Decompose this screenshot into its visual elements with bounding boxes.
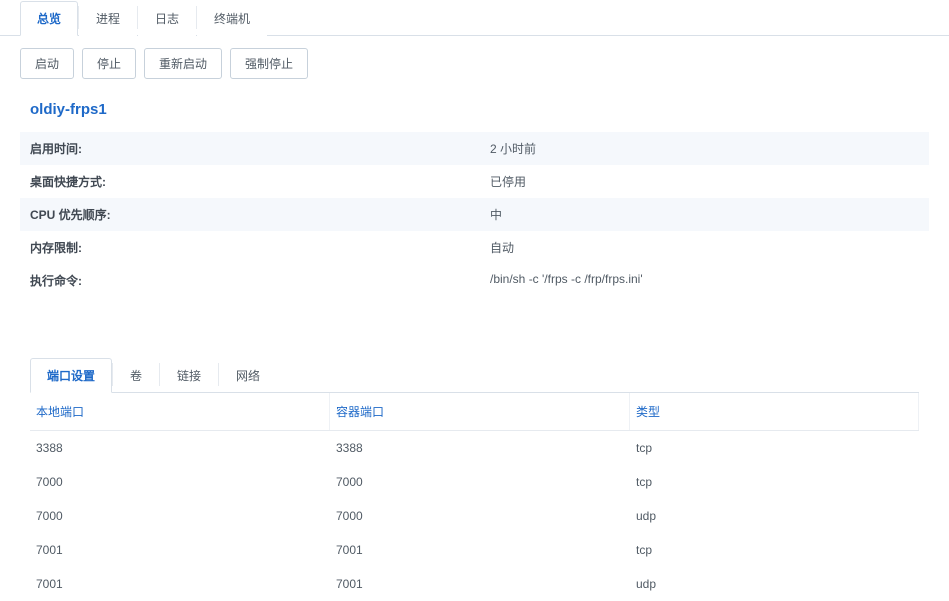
table-row[interactable]: 70017001tcp: [30, 533, 919, 567]
cell-container-port: 7000: [330, 499, 630, 533]
shortcut-value: 已停用: [490, 173, 526, 190]
container-title: oldiy-frps1: [20, 91, 929, 132]
cmd-label: 执行命令:: [30, 272, 490, 289]
cell-local-port: 3388: [30, 431, 330, 465]
table-row[interactable]: 33883388tcp: [30, 431, 919, 465]
restart-button[interactable]: 重新启动: [144, 48, 222, 79]
toolbar: 启动 停止 重新启动 强制停止: [0, 36, 949, 91]
cell-container-port: 7001: [330, 567, 630, 601]
uptime-label: 启用时间:: [30, 140, 490, 157]
info-row-uptime: 启用时间: 2 小时前: [20, 132, 929, 165]
cell-container-port: 3388: [330, 431, 630, 465]
cmd-value: /bin/sh -c '/frps -c /frp/frps.ini': [490, 272, 643, 289]
cell-type: tcp: [630, 465, 919, 499]
cpu-label: CPU 优先顺序:: [30, 206, 490, 223]
main-tabs: 总览 进程 日志 终端机: [0, 0, 949, 36]
info-row-cmd: 执行命令: /bin/sh -c '/frps -c /frp/frps.ini…: [20, 264, 929, 297]
tab-process[interactable]: 进程: [79, 1, 137, 36]
subtab-port[interactable]: 端口设置: [30, 358, 112, 393]
cell-type: tcp: [630, 533, 919, 567]
cell-local-port: 7000: [30, 499, 330, 533]
sub-tabs: 端口设置 卷 链接 网络: [30, 357, 919, 393]
uptime-value: 2 小时前: [490, 140, 536, 157]
cell-container-port: 7000: [330, 465, 630, 499]
subtab-link[interactable]: 链接: [160, 358, 218, 393]
tab-overview[interactable]: 总览: [20, 1, 78, 36]
spacer: [20, 297, 929, 357]
memory-value: 自动: [490, 239, 514, 256]
table-row[interactable]: 70007000udp: [30, 499, 919, 533]
content-area: oldiy-frps1 启用时间: 2 小时前 桌面快捷方式: 已停用 CPU …: [0, 91, 949, 601]
cell-type: tcp: [630, 431, 919, 465]
stop-button[interactable]: 停止: [82, 48, 136, 79]
force-stop-button[interactable]: 强制停止: [230, 48, 308, 79]
port-table-header: 本地端口 容器端口 类型: [30, 393, 919, 431]
port-table-body: 33883388tcp70007000tcp70007000udp7001700…: [30, 431, 919, 601]
info-row-memory: 内存限制: 自动: [20, 231, 929, 264]
subtab-network[interactable]: 网络: [219, 358, 277, 393]
info-row-cpu: CPU 优先顺序: 中: [20, 198, 929, 231]
table-row[interactable]: 70017001udp: [30, 567, 919, 601]
header-type[interactable]: 类型: [630, 393, 919, 430]
start-button[interactable]: 启动: [20, 48, 74, 79]
memory-label: 内存限制:: [30, 239, 490, 256]
cell-type: udp: [630, 499, 919, 533]
header-local-port[interactable]: 本地端口: [30, 393, 330, 430]
cell-container-port: 7001: [330, 533, 630, 567]
shortcut-label: 桌面快捷方式:: [30, 173, 490, 190]
subtab-volume[interactable]: 卷: [113, 358, 159, 393]
port-table: 本地端口 容器端口 类型 33883388tcp70007000tcp70007…: [20, 393, 929, 601]
header-container-port[interactable]: 容器端口: [330, 393, 630, 430]
table-row[interactable]: 70007000tcp: [30, 465, 919, 499]
tab-log[interactable]: 日志: [138, 1, 196, 36]
cell-local-port: 7001: [30, 533, 330, 567]
cell-local-port: 7000: [30, 465, 330, 499]
cell-local-port: 7001: [30, 567, 330, 601]
cpu-value: 中: [490, 206, 502, 223]
info-row-shortcut: 桌面快捷方式: 已停用: [20, 165, 929, 198]
tab-terminal[interactable]: 终端机: [197, 1, 267, 36]
cell-type: udp: [630, 567, 919, 601]
